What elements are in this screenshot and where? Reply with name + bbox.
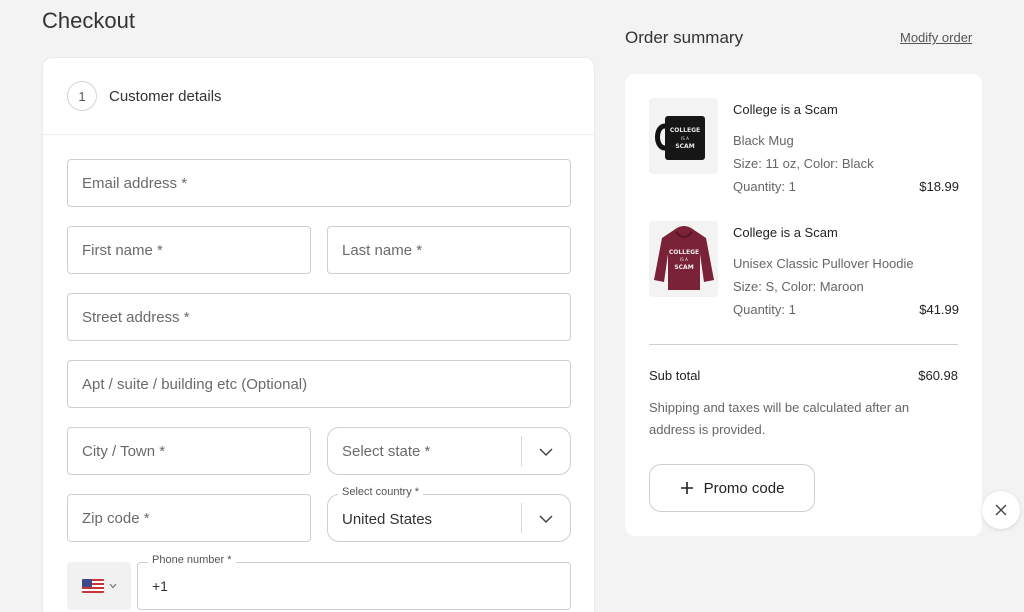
promo-code-label: Promo code: [703, 479, 785, 497]
subtotal-label: Sub total: [649, 368, 701, 383]
item-title: College is a Scam: [733, 102, 838, 117]
last-name-placeholder: Last name *: [342, 241, 423, 259]
zip-code-placeholder: Zip code *: [82, 509, 150, 527]
order-item: COLLEGE IS A SCAM College is a Scam Unis…: [649, 221, 959, 321]
street-address-placeholder: Street address *: [82, 308, 190, 326]
hoodie-thumbnail: COLLEGE IS A SCAM: [649, 221, 718, 297]
state-placeholder: Select state *: [342, 442, 431, 460]
city-placeholder: City / Town *: [82, 442, 166, 460]
shipping-note: Shipping and taxes will be calculated af…: [649, 400, 910, 437]
item-quantity: Quantity: 1: [733, 179, 796, 194]
plus-icon: [680, 482, 693, 494]
item-title: College is a Scam: [733, 225, 838, 240]
order-item: COLLEGE IS A SCAM College is a Scam Blac…: [649, 98, 959, 198]
chevron-down-icon: [539, 515, 553, 524]
page-title: Checkout: [42, 8, 135, 33]
phone-number-field[interactable]: Phone number * +1: [137, 554, 571, 610]
email-placeholder: Email address *: [82, 174, 188, 192]
chevron-down-icon: [539, 448, 553, 457]
zip-code-field[interactable]: Zip code *: [67, 494, 311, 542]
apt-placeholder: Apt / suite / building etc (Optional): [82, 375, 308, 393]
customer-details-card: 1 Customer details Email address * First…: [42, 57, 595, 612]
item-product: Unisex Classic Pullover Hoodie: [733, 256, 914, 271]
item-variant: Size: 11 oz, Color: Black: [733, 156, 874, 171]
hoodie-print-line-2: IS A: [680, 257, 688, 262]
item-price: $41.99: [919, 302, 959, 317]
item-variant: Size: S, Color: Maroon: [733, 279, 864, 294]
mug-print-line-3: SCAM: [675, 143, 694, 150]
step-label: Customer details: [109, 87, 222, 105]
phone-label: Phone number *: [148, 554, 236, 566]
city-field[interactable]: City / Town *: [67, 427, 311, 475]
chevron-down-icon: [109, 583, 116, 589]
close-button[interactable]: [982, 491, 1020, 529]
mug-print-line-1: COLLEGE: [669, 127, 699, 134]
last-name-field[interactable]: Last name *: [327, 226, 571, 274]
mug-thumbnail: COLLEGE IS A SCAM: [649, 98, 718, 174]
hoodie-print-line-1: COLLEGE: [668, 249, 698, 256]
country-label: Select country *: [338, 486, 424, 498]
modify-order-link[interactable]: Modify order: [900, 30, 972, 45]
first-name-placeholder: First name *: [82, 241, 163, 259]
phone-value: +1: [152, 578, 168, 594]
select-divider: [521, 503, 522, 533]
subtotal-value: $60.98: [918, 368, 958, 383]
item-product: Black Mug: [733, 133, 794, 148]
state-select[interactable]: Select state *: [327, 427, 571, 475]
item-price: $18.99: [919, 179, 959, 194]
mug-print-line-2: IS A: [681, 136, 689, 141]
step-number-badge: 1: [67, 81, 97, 111]
country-select[interactable]: Select country * United States: [327, 486, 571, 542]
summary-divider: [649, 344, 958, 345]
order-summary-title: Order summary: [625, 28, 744, 47]
order-summary-card: COLLEGE IS A SCAM College is a Scam Blac…: [625, 74, 982, 536]
customer-details-header[interactable]: 1 Customer details: [43, 58, 594, 135]
us-flag-icon: [81, 579, 104, 593]
phone-country-selector[interactable]: [67, 562, 131, 610]
apt-field[interactable]: Apt / suite / building etc (Optional): [67, 360, 571, 408]
promo-code-button[interactable]: Promo code: [649, 464, 815, 512]
item-quantity: Quantity: 1: [733, 302, 796, 317]
country-value: United States: [342, 510, 433, 528]
hoodie-print-line-3: SCAM: [674, 264, 693, 271]
email-field[interactable]: Email address *: [67, 159, 571, 207]
select-divider: [521, 436, 522, 466]
first-name-field[interactable]: First name *: [67, 226, 311, 274]
close-icon: [995, 504, 1007, 516]
street-address-field[interactable]: Street address *: [67, 293, 571, 341]
